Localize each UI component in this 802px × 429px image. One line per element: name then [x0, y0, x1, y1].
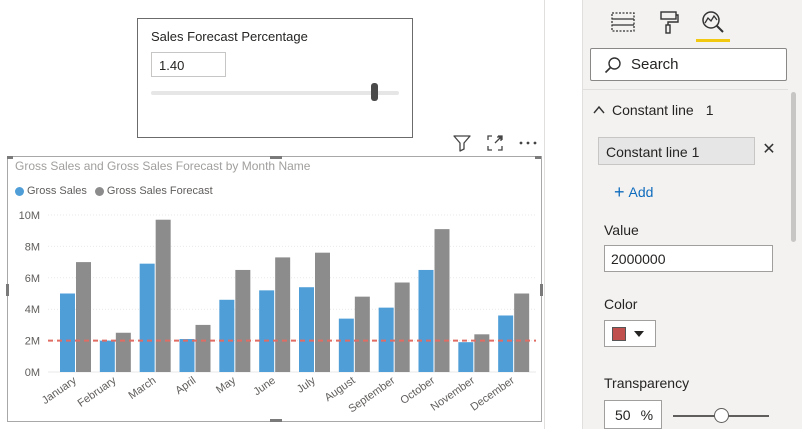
pane-scrollbar[interactable]	[791, 92, 796, 242]
x-tick-label: February	[76, 374, 119, 409]
x-tick-label: July	[295, 374, 318, 395]
resize-handle-tr[interactable]	[535, 156, 541, 159]
resize-handle-right[interactable]	[540, 284, 543, 296]
close-icon[interactable]: ✕	[759, 140, 779, 160]
bar-gross-sales-forecast	[315, 252, 330, 372]
fields-icon	[610, 10, 636, 39]
bar-gross-sales-forecast	[434, 229, 450, 372]
report-canvas: Sales Forecast Percentage 1.40 Gross Sal…	[0, 0, 545, 429]
bar-gross-sales-forecast	[275, 257, 291, 372]
slicer-value-input[interactable]: 1.40	[151, 52, 226, 77]
bar-gross-sales	[179, 339, 195, 372]
resize-handle-top[interactable]	[270, 156, 282, 159]
x-tick-label: June	[251, 375, 277, 399]
chevron-up-icon	[593, 105, 605, 115]
value-field[interactable]: 2000000	[604, 245, 773, 272]
y-tick-label: 10M	[19, 210, 40, 222]
chart-plot: 0M 2M 4M 6M 8M 10M JanuaryFebruary March April Ma…	[19, 210, 536, 415]
bar-gross-sales-forecast	[195, 324, 211, 372]
bar-gross-sales	[458, 342, 474, 372]
y-tick-label: 0M	[25, 367, 40, 379]
focus-mode-icon[interactable]	[484, 132, 506, 154]
value-label: Value	[604, 222, 639, 238]
plus-icon: +	[614, 182, 625, 202]
bar-gross-sales-forecast	[235, 269, 251, 372]
visualizations-pane: Search Constant line 1 Constant line 1 ✕…	[582, 0, 802, 429]
bar-gross-sales	[418, 269, 434, 372]
color-label: Color	[604, 296, 638, 312]
x-tick-label: August	[323, 375, 358, 404]
bar-gross-sales-forecast	[76, 262, 91, 372]
analytics-icon	[700, 9, 726, 40]
x-tick-label: May	[214, 374, 238, 396]
color-swatch	[612, 326, 626, 341]
clustered-column-chart[interactable]: Gross Sales and Gross Sales Forecast by …	[6, 156, 543, 422]
section-count: 1	[705, 102, 714, 118]
bar-gross-sales	[60, 293, 75, 372]
bar-gross-sales	[498, 315, 514, 372]
bar-gross-sales	[219, 299, 235, 372]
x-tick-label: March	[126, 375, 158, 402]
bar-gross-sales-forecast	[155, 219, 171, 372]
x-tick-label: January	[40, 374, 79, 407]
transparency-label: Transparency	[604, 375, 690, 391]
active-tab-indicator	[696, 39, 730, 42]
resize-handle-bottom[interactable]	[270, 419, 282, 422]
constant-line-section-header[interactable]: Constant line 1	[593, 102, 714, 118]
slicer-track[interactable]	[151, 91, 399, 95]
bar-gross-sales-forecast	[514, 293, 530, 372]
section-title: Constant line	[612, 102, 694, 118]
x-tick-label: December	[468, 374, 517, 413]
bar-gross-sales-forecast	[394, 282, 410, 372]
transparency-slider-thumb[interactable]	[714, 408, 729, 423]
x-tick-label: April	[173, 375, 198, 397]
search-placeholder: Search	[631, 56, 679, 73]
slicer-thumb[interactable]	[371, 83, 379, 101]
resize-handle-left[interactable]	[6, 284, 9, 296]
numeric-slicer[interactable]: Sales Forecast Percentage 1.40	[137, 18, 413, 138]
y-tick-label: 4M	[25, 304, 40, 316]
bar-gross-sales-forecast	[115, 332, 131, 372]
transparency-unit: %	[640, 407, 654, 423]
bar-gross-sales	[338, 318, 354, 372]
bar-gross-sales	[99, 340, 115, 372]
y-tick-label: 6M	[25, 273, 40, 285]
pane-tabs	[583, 0, 802, 44]
add-label: Add	[628, 184, 654, 200]
bar-gross-sales	[299, 287, 314, 372]
transparency-input[interactable]: 50 %	[604, 400, 662, 429]
bar-gross-sales-forecast	[354, 296, 370, 372]
y-tick-label: 2M	[25, 336, 40, 348]
bar-gross-sales	[139, 263, 155, 372]
tab-fields[interactable]	[603, 6, 643, 42]
y-tick-label: 8M	[25, 241, 40, 253]
search-input[interactable]: Search	[590, 48, 787, 81]
more-options-icon[interactable]	[517, 132, 539, 154]
tab-analytics[interactable]	[693, 6, 733, 42]
constant-line-item[interactable]: Constant line 1	[598, 137, 755, 165]
color-picker-button[interactable]	[604, 320, 656, 347]
format-icon	[656, 9, 682, 40]
resize-handle-tl[interactable]	[7, 156, 13, 159]
tab-format[interactable]	[649, 6, 689, 42]
caret-down-icon	[634, 330, 644, 337]
pane-divider	[583, 89, 788, 90]
bar-gross-sales	[259, 290, 275, 372]
add-button[interactable]: + Add	[614, 182, 654, 202]
search-icon	[604, 56, 622, 74]
filter-icon[interactable]	[451, 132, 473, 154]
transparency-value: 50	[615, 407, 631, 423]
slicer-title: Sales Forecast Percentage	[151, 29, 308, 44]
